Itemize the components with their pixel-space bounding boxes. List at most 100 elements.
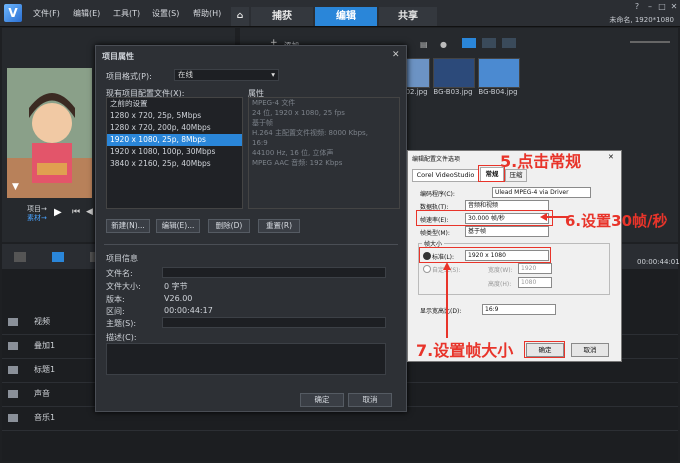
track-label: 叠加1 bbox=[34, 341, 56, 350]
play-icon[interactable]: ▶ bbox=[54, 207, 62, 218]
menu-tools[interactable]: 工具(T) bbox=[113, 8, 140, 19]
annotation-step7: 7.设置帧大小 bbox=[416, 341, 514, 360]
tab-capture[interactable]: 捕获 bbox=[251, 7, 313, 26]
filename-field bbox=[162, 267, 386, 278]
reset-profile-button[interactable]: 重置(R) bbox=[258, 219, 300, 233]
maximize-icon[interactable]: □ bbox=[657, 2, 667, 11]
home-icon[interactable]: ⌂ bbox=[231, 7, 249, 26]
highlight-ok bbox=[524, 341, 565, 358]
frametype-select[interactable]: 基于帧 bbox=[465, 226, 549, 237]
property-line: 24 位, 1920 x 1080, 25 fps bbox=[252, 109, 345, 117]
close-icon[interactable]: ✕ bbox=[669, 2, 679, 11]
filesize-value: 0 字节 bbox=[164, 282, 188, 291]
version-value: V26.00 bbox=[164, 294, 193, 303]
marker-icon[interactable]: ▼ bbox=[12, 182, 19, 192]
library-thumbnail[interactable] bbox=[478, 58, 520, 88]
custom-radio[interactable] bbox=[423, 265, 431, 273]
menu-edit[interactable]: 编辑(E) bbox=[73, 8, 100, 19]
divider bbox=[104, 244, 398, 245]
project-properties-dialog: 项目属性 ✕ 项目格式(P): 在线 ▾ 现有项目配置文件(X): 之前的设置 12… bbox=[95, 45, 407, 412]
format-label: 项目格式(P): bbox=[106, 72, 152, 81]
profile-item[interactable]: 1280 x 720, 200p, 40Mbps bbox=[107, 122, 242, 134]
tab-share[interactable]: 共享 bbox=[379, 7, 437, 26]
subject-field[interactable] bbox=[162, 317, 386, 328]
dialog2-cancel-button[interactable]: 取消 bbox=[571, 343, 609, 357]
ok-button[interactable]: 确定 bbox=[300, 393, 344, 407]
encoder-label: 编码程序(C): bbox=[420, 191, 455, 198]
profiles-list[interactable]: 之前的设置 1280 x 720, 25p, 5Mbps 1280 x 720, 2… bbox=[106, 97, 243, 209]
delete-profile-button[interactable]: 删除(D) bbox=[208, 219, 250, 233]
width-field[interactable]: 1920 bbox=[518, 263, 552, 274]
height-label: 高度(H): bbox=[488, 281, 512, 288]
dialog-close-icon[interactable]: ✕ bbox=[392, 50, 400, 60]
menu-file[interactable]: 文件(F) bbox=[33, 8, 60, 19]
format-select[interactable]: 在线 ▾ bbox=[174, 69, 279, 81]
help-icon[interactable]: ? bbox=[632, 2, 642, 11]
thumbnail-label: BG-B04.jpg bbox=[478, 88, 518, 96]
desc-label: 描述(C): bbox=[106, 333, 137, 342]
property-line: MPEG AAC 音频: 192 Kbps bbox=[252, 159, 343, 167]
app-logo-icon: V bbox=[4, 4, 22, 22]
cancel-button[interactable]: 取消 bbox=[348, 393, 392, 407]
annotation-step6: 6.设置30帧/秒 bbox=[565, 212, 668, 230]
property-line: 16:9 bbox=[252, 139, 268, 147]
track-divider bbox=[2, 430, 678, 431]
width-label: 宽度(W): bbox=[488, 267, 513, 274]
thumbnail-label: BG-B03.jpg bbox=[433, 88, 473, 96]
timeline-view-icon[interactable] bbox=[52, 252, 64, 262]
record-icon[interactable]: ● bbox=[440, 40, 447, 49]
chevron-down-icon: ▾ bbox=[271, 70, 275, 79]
property-line: 基于帧 bbox=[252, 119, 273, 127]
image-filter-icon[interactable] bbox=[482, 38, 496, 48]
frametype-label: 帧类型(M): bbox=[420, 230, 450, 237]
audio-filter-icon[interactable] bbox=[502, 38, 516, 48]
duration-label: 区间: bbox=[106, 307, 125, 316]
duration-value: 00:00:44:17 bbox=[164, 306, 213, 315]
arrow-step6-icon bbox=[540, 213, 568, 221]
track-label: 声音 bbox=[34, 389, 50, 398]
dialog2-title: 编辑配置文件选项 bbox=[412, 156, 461, 163]
info-label: 项目信息 bbox=[106, 254, 138, 263]
profile-item[interactable]: 之前的设置 bbox=[107, 98, 242, 110]
clip-mode-label[interactable]: 素材→ bbox=[27, 213, 47, 223]
track-label: 视频 bbox=[34, 317, 50, 326]
library-thumbnail[interactable] bbox=[433, 58, 475, 88]
zoom-slider[interactable] bbox=[630, 41, 670, 43]
edit-profile-button[interactable]: 编辑(E)... bbox=[156, 219, 200, 233]
dialog-title: 项目属性 bbox=[102, 52, 134, 61]
menu-settings[interactable]: 设置(S) bbox=[152, 8, 179, 19]
profile-item[interactable]: 1280 x 720, 25p, 5Mbps bbox=[107, 110, 242, 122]
preview-image bbox=[7, 68, 92, 198]
encoder-select[interactable]: Ulead MPEG-4 via Driver bbox=[492, 187, 591, 198]
profile-item[interactable]: 3840 x 2160, 25p, 40Mbps bbox=[107, 158, 242, 170]
folder-icon[interactable]: ▤ bbox=[420, 40, 428, 49]
property-line: H.264 主配置文件视频: 8000 Kbps, bbox=[252, 129, 368, 137]
version-label: 版本: bbox=[106, 295, 125, 304]
video-filter-icon[interactable] bbox=[462, 38, 476, 48]
track-label: 标题1 bbox=[34, 365, 56, 374]
track-icon bbox=[8, 342, 18, 350]
annotation-step5: 5.点击常规 bbox=[500, 152, 582, 171]
filesize-label: 文件大小: bbox=[106, 282, 141, 291]
property-line: MPEG-4 文件 bbox=[252, 99, 296, 107]
minimize-icon[interactable]: – bbox=[645, 2, 655, 11]
tab-corel[interactable]: Corel VideoStudio bbox=[412, 169, 479, 182]
filename-label: 文件名: bbox=[106, 269, 133, 278]
highlight-framesize bbox=[419, 247, 551, 263]
height-field[interactable]: 1080 bbox=[518, 277, 552, 288]
step-back-icon[interactable]: ◀ bbox=[86, 207, 93, 217]
dialog2-close-icon[interactable]: ✕ bbox=[608, 153, 614, 161]
highlight-framerate bbox=[416, 210, 553, 226]
properties-box: MPEG-4 文件 24 位, 1920 x 1080, 25 fps 基于帧 H.2… bbox=[248, 97, 400, 209]
skip-start-icon[interactable]: ⏮ bbox=[72, 207, 80, 217]
profile-item[interactable]: 1920 x 1080, 25p, 8Mbps bbox=[107, 134, 242, 146]
aspect-select[interactable]: 16:9 bbox=[482, 304, 556, 315]
menu-help[interactable]: 帮助(H) bbox=[193, 8, 221, 19]
tab-edit[interactable]: 编辑 bbox=[315, 7, 377, 26]
desc-field[interactable] bbox=[106, 343, 386, 375]
track-icon bbox=[8, 390, 18, 398]
profile-item[interactable]: 1920 x 1080, 100p, 30Mbps bbox=[107, 146, 242, 158]
storyboard-view-icon[interactable] bbox=[14, 252, 26, 262]
new-profile-button[interactable]: 新建(N)... bbox=[106, 219, 150, 233]
preview-screen bbox=[7, 68, 92, 198]
